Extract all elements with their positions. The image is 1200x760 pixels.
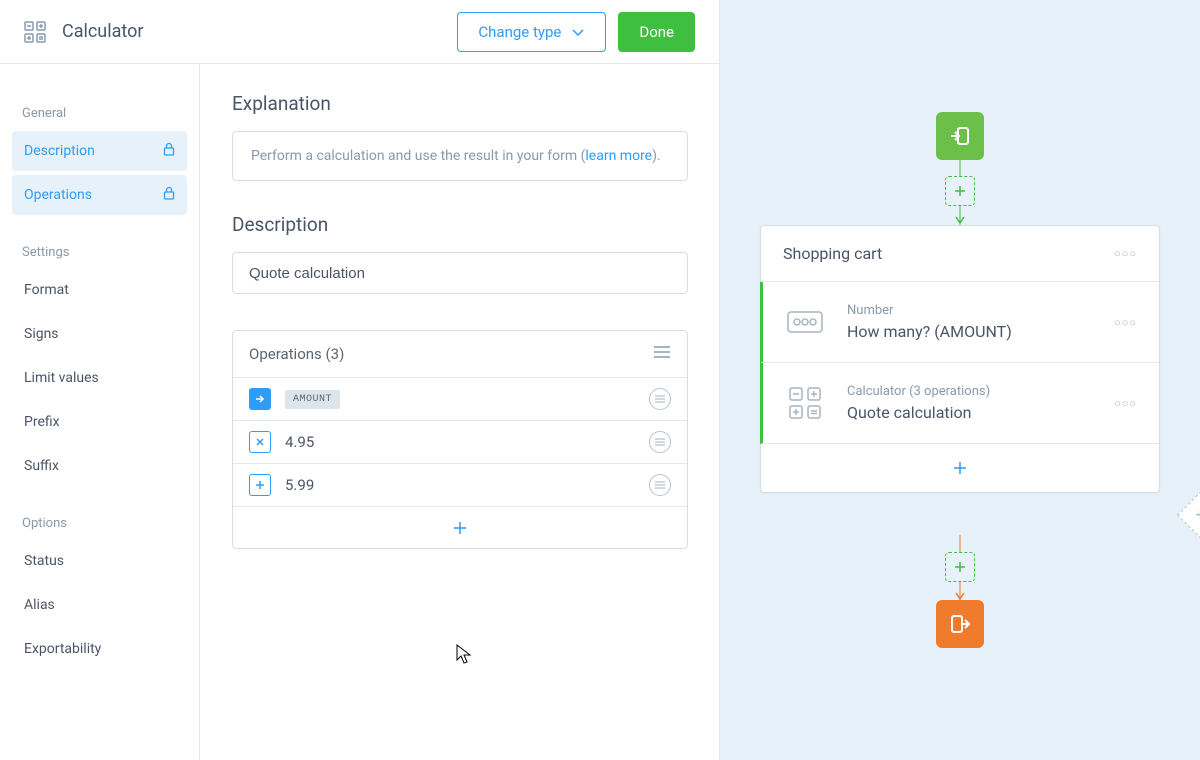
sidebar-group-title: General [12, 92, 187, 131]
sidebar-item-signs[interactable]: Signs [12, 314, 187, 354]
sidebar-item-exportability[interactable]: Exportability [12, 629, 187, 669]
card-menu-button[interactable]: ○○○ [1114, 247, 1137, 260]
chevron-down-icon [571, 25, 585, 39]
lock-icon [163, 142, 175, 160]
operation-token: AMOUNT [285, 390, 340, 409]
flow-card: Shopping cart ○○○ Number How many? (AMOU… [760, 225, 1160, 493]
card-item[interactable]: Calculator (3 operations) Quote calculat… [760, 363, 1159, 444]
top-bar: Calculator Change type Done [0, 0, 719, 64]
sidebar-group-title: Settings [12, 231, 187, 270]
calculator-icon [24, 21, 46, 43]
sidebar-group-title: Options [12, 502, 187, 541]
flow-end-node[interactable] [936, 600, 984, 648]
card-item-type: Number [847, 303, 1114, 318]
flow-canvas: Shopping cart ○○○ Number How many? (AMOU… [720, 0, 1200, 760]
lock-icon [163, 186, 175, 204]
card-item[interactable]: Number How many? (AMOUNT) ○○○ [760, 282, 1159, 363]
sidebar-item-format[interactable]: Format [12, 270, 187, 310]
flow-start-node[interactable] [936, 112, 984, 160]
operation-row[interactable]: 4.95 [233, 420, 687, 463]
operations-box: Operations (3) AMOUNT [232, 330, 688, 549]
sidebar-item-limit-values[interactable]: Limit values [12, 358, 187, 398]
sidebar-item-description[interactable]: Description [12, 131, 187, 171]
sidebar-item-suffix[interactable]: Suffix [12, 446, 187, 486]
add-operation-button[interactable] [233, 506, 687, 548]
operation-value: 4.95 [285, 433, 314, 451]
sidebar-item-alias[interactable]: Alias [12, 585, 187, 625]
card-add-button[interactable] [761, 444, 1159, 492]
multiply-icon [249, 431, 271, 453]
operation-value: 5.99 [285, 476, 314, 494]
operation-row[interactable]: AMOUNT [233, 377, 687, 420]
operations-heading: Operations (3) [249, 345, 344, 363]
change-type-button[interactable]: Change type [457, 12, 606, 52]
drag-handle-icon[interactable] [649, 388, 671, 410]
done-button[interactable]: Done [618, 12, 695, 52]
operations-menu-button[interactable] [653, 345, 671, 363]
card-item-label: How many? (AMOUNT) [847, 322, 1114, 341]
sidebar-item-status[interactable]: Status [12, 541, 187, 581]
card-item-label: Quote calculation [847, 403, 1114, 422]
learn-more-link[interactable]: learn more [585, 148, 652, 164]
sidebar-item-prefix[interactable]: Prefix [12, 402, 187, 442]
description-input[interactable] [232, 252, 688, 294]
card-title: Shopping cart [783, 244, 882, 263]
main-panel: Explanation Perform a calculation and us… [200, 64, 720, 760]
start-icon [249, 388, 271, 410]
explanation-box: Perform a calculation and use the result… [232, 131, 688, 181]
drag-handle-icon[interactable] [649, 474, 671, 496]
calculator-icon [785, 383, 825, 423]
card-item-menu-button[interactable]: ○○○ [1114, 397, 1137, 410]
description-heading: Description [232, 213, 688, 236]
flow-insert-button[interactable] [945, 552, 975, 582]
page-title: Calculator [62, 21, 143, 42]
operation-row[interactable]: 5.99 [233, 463, 687, 506]
sidebar-item-operations[interactable]: Operations [12, 175, 187, 215]
explanation-heading: Explanation [232, 92, 688, 115]
flow-branch-button[interactable]: + [1177, 491, 1200, 539]
plus-icon [249, 474, 271, 496]
drag-handle-icon[interactable] [649, 431, 671, 453]
flow-insert-button[interactable] [945, 176, 975, 206]
number-field-icon [785, 302, 825, 342]
card-item-type: Calculator (3 operations) [847, 384, 1114, 399]
sidebar: General Description Operations [0, 64, 200, 760]
card-item-menu-button[interactable]: ○○○ [1114, 316, 1137, 329]
